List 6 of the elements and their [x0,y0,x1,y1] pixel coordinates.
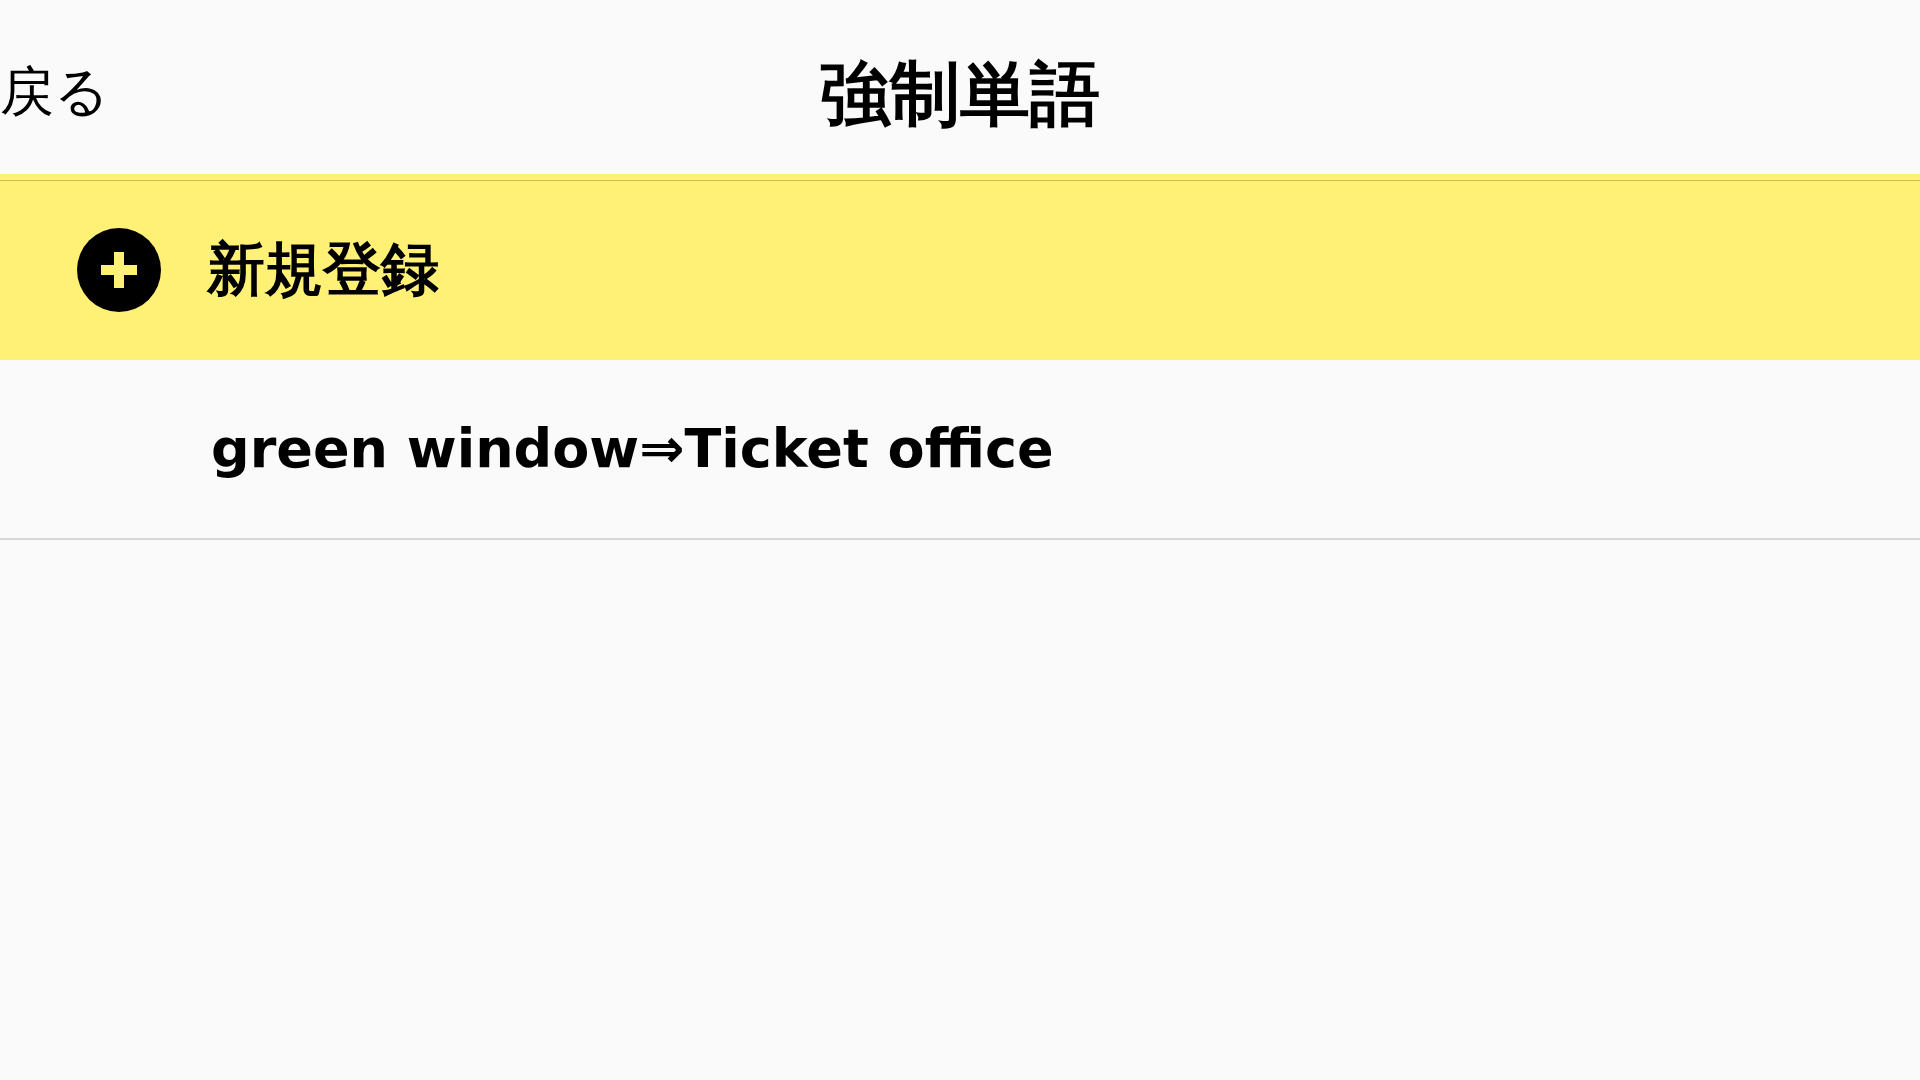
add-new-button[interactable]: 新規登録 [0,174,1920,360]
page-title: 強制単語 [820,52,1100,136]
word-item-text: green window⇒Ticket office [211,416,1054,482]
back-link[interactable]: 戻る [0,60,109,125]
word-list-item[interactable]: green window⇒Ticket office [0,360,1920,540]
plus-circle-icon [77,228,161,312]
